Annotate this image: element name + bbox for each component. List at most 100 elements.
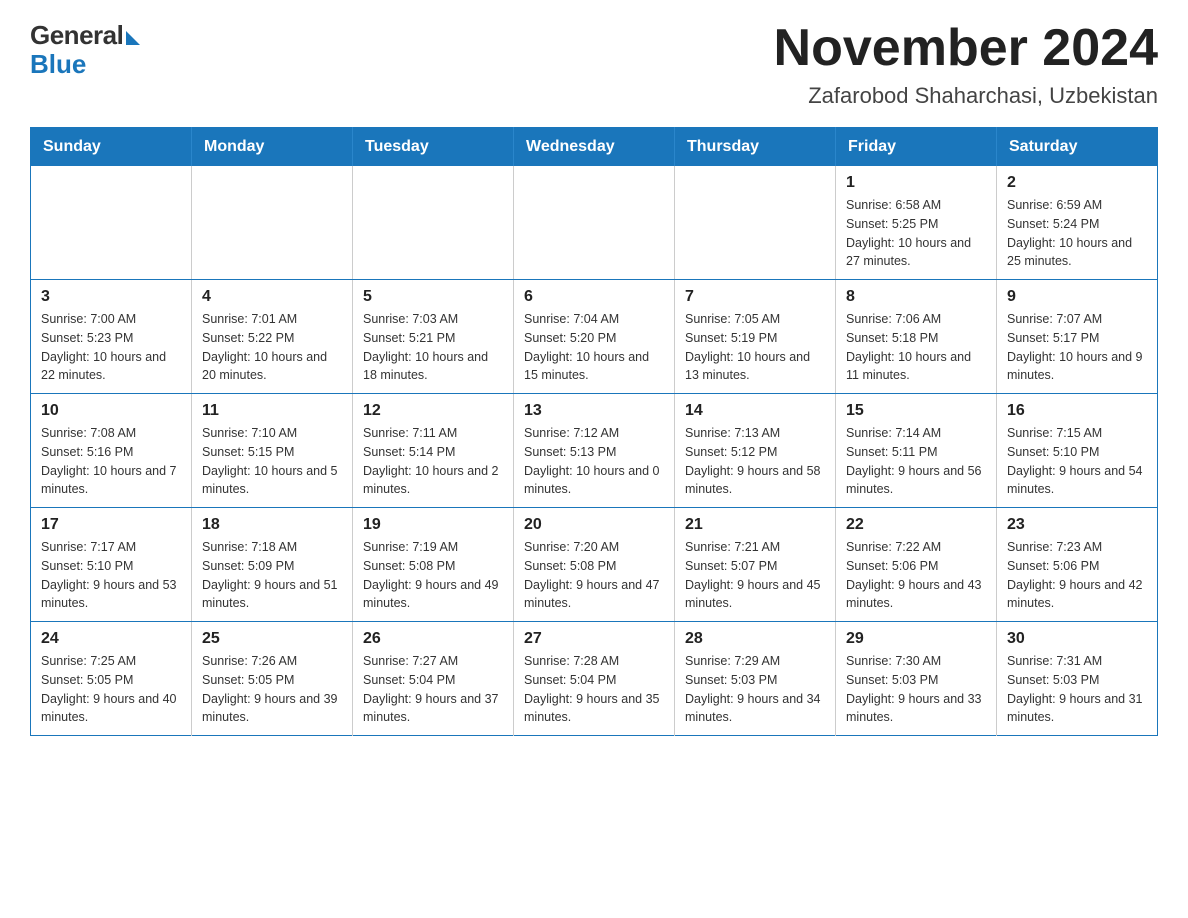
day-number: 24 bbox=[41, 630, 181, 648]
weekday-header-row: SundayMondayTuesdayWednesdayThursdayFrid… bbox=[31, 128, 1158, 167]
calendar-cell bbox=[192, 166, 353, 280]
weekday-header-sunday: Sunday bbox=[31, 128, 192, 167]
weekday-header-tuesday: Tuesday bbox=[353, 128, 514, 167]
day-info: Sunrise: 7:20 AM Sunset: 5:08 PM Dayligh… bbox=[524, 538, 664, 613]
day-info: Sunrise: 7:18 AM Sunset: 5:09 PM Dayligh… bbox=[202, 538, 342, 613]
day-number: 18 bbox=[202, 516, 342, 534]
calendar-week-row: 24 Sunrise: 7:25 AM Sunset: 5:05 PM Dayli… bbox=[31, 622, 1158, 736]
day-number: 2 bbox=[1007, 174, 1147, 192]
calendar-cell: 22 Sunrise: 7:22 AM Sunset: 5:06 PM Dayli… bbox=[836, 508, 997, 622]
day-number: 20 bbox=[524, 516, 664, 534]
weekday-header-friday: Friday bbox=[836, 128, 997, 167]
calendar-cell: 23 Sunrise: 7:23 AM Sunset: 5:06 PM Dayli… bbox=[997, 508, 1158, 622]
logo: General Blue bbox=[30, 20, 140, 80]
logo-blue-text: Blue bbox=[30, 49, 86, 80]
calendar-cell: 6Sunrise: 7:04 AM Sunset: 5:20 PM Daylig… bbox=[514, 280, 675, 394]
calendar-week-row: 1Sunrise: 6:58 AM Sunset: 5:25 PM Daylig… bbox=[31, 166, 1158, 280]
weekday-header-monday: Monday bbox=[192, 128, 353, 167]
day-number: 28 bbox=[685, 630, 825, 648]
calendar-cell: 1Sunrise: 6:58 AM Sunset: 5:25 PM Daylig… bbox=[836, 166, 997, 280]
day-info: Sunrise: 7:06 AM Sunset: 5:18 PM Dayligh… bbox=[846, 310, 986, 385]
calendar-cell: 15 Sunrise: 7:14 AM Sunset: 5:11 PM Dayli… bbox=[836, 394, 997, 508]
day-info: Sunrise: 7:00 AM Sunset: 5:23 PM Dayligh… bbox=[41, 310, 181, 385]
calendar-cell: 26 Sunrise: 7:27 AM Sunset: 5:04 PM Dayli… bbox=[353, 622, 514, 736]
calendar-cell: 3 Sunrise: 7:00 AM Sunset: 5:23 PM Daylig… bbox=[31, 280, 192, 394]
logo-general-text: General bbox=[30, 20, 123, 51]
calendar-cell: 7Sunrise: 7:05 AM Sunset: 5:19 PM Daylig… bbox=[675, 280, 836, 394]
weekday-header-saturday: Saturday bbox=[997, 128, 1158, 167]
day-number: 10 bbox=[41, 402, 181, 420]
calendar-cell: 30 Sunrise: 7:31 AM Sunset: 5:03 PM Dayli… bbox=[997, 622, 1158, 736]
day-info: Sunrise: 7:27 AM Sunset: 5:04 PM Dayligh… bbox=[363, 652, 503, 727]
day-number: 22 bbox=[846, 516, 986, 534]
calendar-cell: 10 Sunrise: 7:08 AM Sunset: 5:16 PM Dayli… bbox=[31, 394, 192, 508]
weekday-header-wednesday: Wednesday bbox=[514, 128, 675, 167]
calendar-cell: 12 Sunrise: 7:11 AM Sunset: 5:14 PM Dayli… bbox=[353, 394, 514, 508]
page-header: General Blue November 2024 Zafarobod Sha… bbox=[30, 20, 1158, 109]
day-info: Sunrise: 7:12 AM Sunset: 5:13 PM Dayligh… bbox=[524, 424, 664, 499]
day-number: 27 bbox=[524, 630, 664, 648]
day-info: Sunrise: 7:17 AM Sunset: 5:10 PM Dayligh… bbox=[41, 538, 181, 613]
day-number: 4 bbox=[202, 288, 342, 306]
calendar-table: SundayMondayTuesdayWednesdayThursdayFrid… bbox=[30, 127, 1158, 736]
day-number: 17 bbox=[41, 516, 181, 534]
calendar-cell bbox=[675, 166, 836, 280]
calendar-cell: 20 Sunrise: 7:20 AM Sunset: 5:08 PM Dayli… bbox=[514, 508, 675, 622]
calendar-week-row: 10 Sunrise: 7:08 AM Sunset: 5:16 PM Dayli… bbox=[31, 394, 1158, 508]
day-number: 6 bbox=[524, 288, 664, 306]
day-number: 15 bbox=[846, 402, 986, 420]
calendar-cell bbox=[514, 166, 675, 280]
day-number: 30 bbox=[1007, 630, 1147, 648]
day-number: 7 bbox=[685, 288, 825, 306]
calendar-cell: 8 Sunrise: 7:06 AM Sunset: 5:18 PM Daylig… bbox=[836, 280, 997, 394]
calendar-cell: 21Sunrise: 7:21 AM Sunset: 5:07 PM Dayli… bbox=[675, 508, 836, 622]
calendar-cell: 29 Sunrise: 7:30 AM Sunset: 5:03 PM Dayli… bbox=[836, 622, 997, 736]
calendar-cell: 11 Sunrise: 7:10 AM Sunset: 5:15 PM Dayli… bbox=[192, 394, 353, 508]
day-number: 3 bbox=[41, 288, 181, 306]
calendar-cell: 28 Sunrise: 7:29 AM Sunset: 5:03 PM Dayli… bbox=[675, 622, 836, 736]
day-info: Sunrise: 7:29 AM Sunset: 5:03 PM Dayligh… bbox=[685, 652, 825, 727]
day-number: 29 bbox=[846, 630, 986, 648]
day-info: Sunrise: 7:30 AM Sunset: 5:03 PM Dayligh… bbox=[846, 652, 986, 727]
day-number: 19 bbox=[363, 516, 503, 534]
day-info: Sunrise: 7:13 AM Sunset: 5:12 PM Dayligh… bbox=[685, 424, 825, 499]
day-info: Sunrise: 7:14 AM Sunset: 5:11 PM Dayligh… bbox=[846, 424, 986, 499]
day-number: 11 bbox=[202, 402, 342, 420]
calendar-cell: 18 Sunrise: 7:18 AM Sunset: 5:09 PM Dayli… bbox=[192, 508, 353, 622]
day-info: Sunrise: 7:11 AM Sunset: 5:14 PM Dayligh… bbox=[363, 424, 503, 499]
day-number: 12 bbox=[363, 402, 503, 420]
day-number: 1 bbox=[846, 174, 986, 192]
calendar-cell bbox=[31, 166, 192, 280]
calendar-cell: 4 Sunrise: 7:01 AM Sunset: 5:22 PM Daylig… bbox=[192, 280, 353, 394]
day-info: Sunrise: 7:31 AM Sunset: 5:03 PM Dayligh… bbox=[1007, 652, 1147, 727]
calendar-week-row: 17 Sunrise: 7:17 AM Sunset: 5:10 PM Dayli… bbox=[31, 508, 1158, 622]
day-info: Sunrise: 7:26 AM Sunset: 5:05 PM Dayligh… bbox=[202, 652, 342, 727]
day-info: Sunrise: 7:19 AM Sunset: 5:08 PM Dayligh… bbox=[363, 538, 503, 613]
day-number: 16 bbox=[1007, 402, 1147, 420]
day-number: 8 bbox=[846, 288, 986, 306]
day-info: Sunrise: 7:25 AM Sunset: 5:05 PM Dayligh… bbox=[41, 652, 181, 727]
calendar-cell: 25 Sunrise: 7:26 AM Sunset: 5:05 PM Dayli… bbox=[192, 622, 353, 736]
calendar-cell: 27 Sunrise: 7:28 AM Sunset: 5:04 PM Dayli… bbox=[514, 622, 675, 736]
month-title: November 2024 bbox=[774, 20, 1158, 77]
day-info: Sunrise: 7:15 AM Sunset: 5:10 PM Dayligh… bbox=[1007, 424, 1147, 499]
day-number: 14 bbox=[685, 402, 825, 420]
day-info: Sunrise: 7:08 AM Sunset: 5:16 PM Dayligh… bbox=[41, 424, 181, 499]
day-info: Sunrise: 7:23 AM Sunset: 5:06 PM Dayligh… bbox=[1007, 538, 1147, 613]
calendar-cell: 14 Sunrise: 7:13 AM Sunset: 5:12 PM Dayli… bbox=[675, 394, 836, 508]
day-info: Sunrise: 7:10 AM Sunset: 5:15 PM Dayligh… bbox=[202, 424, 342, 499]
day-number: 25 bbox=[202, 630, 342, 648]
day-number: 26 bbox=[363, 630, 503, 648]
day-info: Sunrise: 7:28 AM Sunset: 5:04 PM Dayligh… bbox=[524, 652, 664, 727]
day-info: Sunrise: 7:03 AM Sunset: 5:21 PM Dayligh… bbox=[363, 310, 503, 385]
calendar-cell: 5Sunrise: 7:03 AM Sunset: 5:21 PM Daylig… bbox=[353, 280, 514, 394]
location-title: Zafarobod Shaharchasi, Uzbekistan bbox=[774, 83, 1158, 109]
calendar-cell: 24 Sunrise: 7:25 AM Sunset: 5:05 PM Dayli… bbox=[31, 622, 192, 736]
title-area: November 2024 Zafarobod Shaharchasi, Uzb… bbox=[774, 20, 1158, 109]
day-info: Sunrise: 7:01 AM Sunset: 5:22 PM Dayligh… bbox=[202, 310, 342, 385]
calendar-cell: 19 Sunrise: 7:19 AM Sunset: 5:08 PM Dayli… bbox=[353, 508, 514, 622]
calendar-cell: 16 Sunrise: 7:15 AM Sunset: 5:10 PM Dayli… bbox=[997, 394, 1158, 508]
day-info: Sunrise: 7:22 AM Sunset: 5:06 PM Dayligh… bbox=[846, 538, 986, 613]
day-info: Sunrise: 6:59 AM Sunset: 5:24 PM Dayligh… bbox=[1007, 196, 1147, 271]
day-number: 23 bbox=[1007, 516, 1147, 534]
